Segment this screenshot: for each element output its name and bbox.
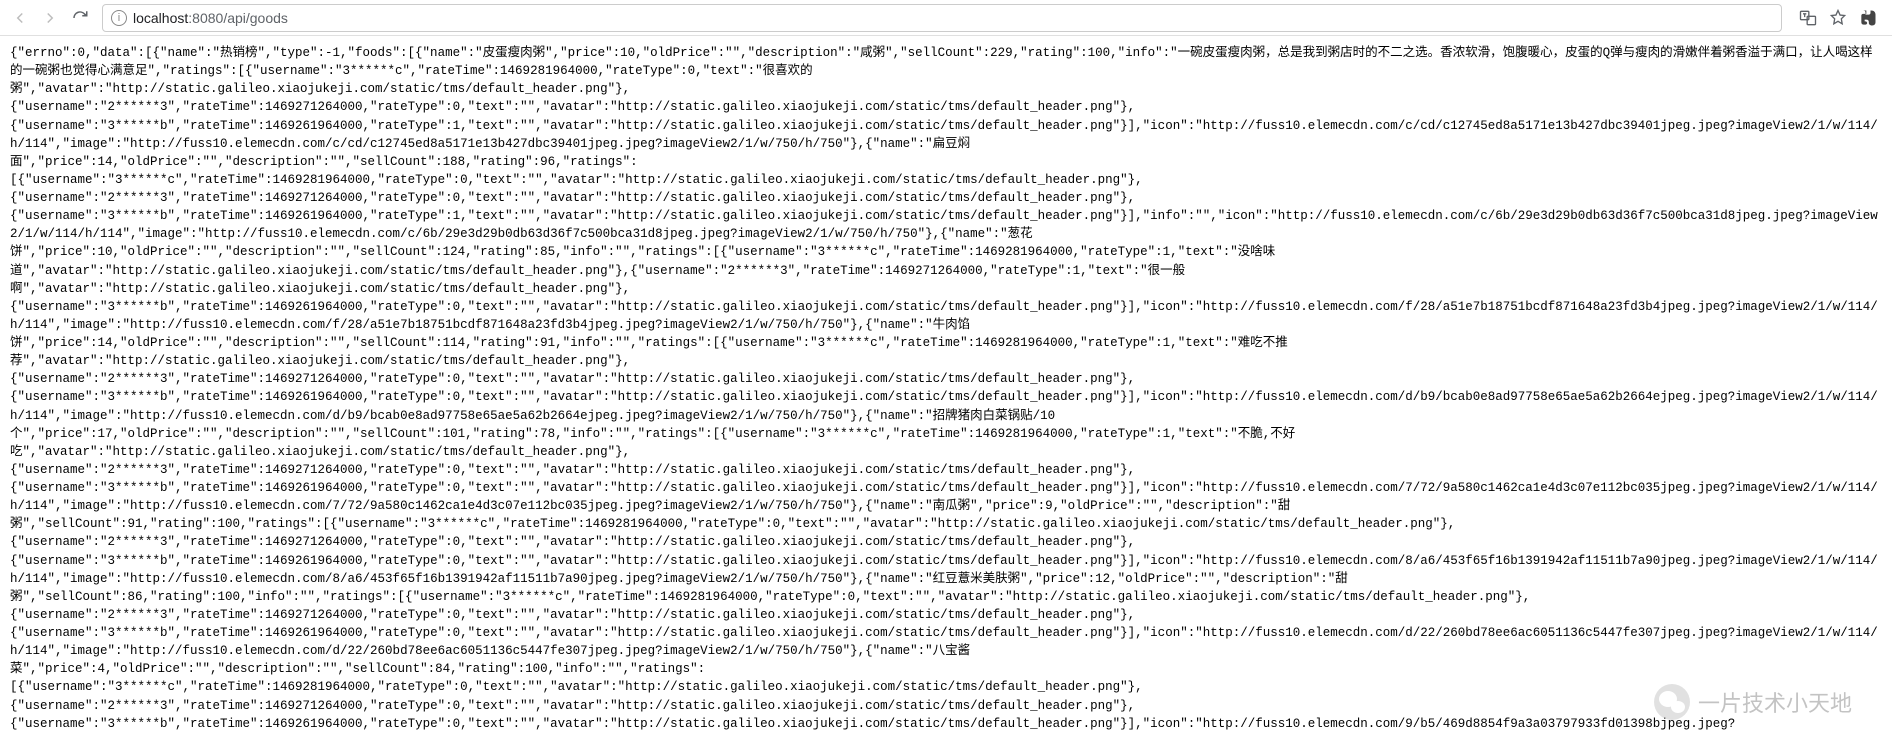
url-port: :8080 bbox=[188, 10, 223, 26]
forward-button[interactable] bbox=[38, 6, 62, 30]
reload-button[interactable] bbox=[68, 6, 92, 30]
toolbar-right bbox=[1792, 8, 1884, 28]
evernote-icon[interactable] bbox=[1858, 8, 1878, 28]
browser-toolbar: i localhost:8080/api/goods bbox=[0, 0, 1892, 36]
site-info-icon[interactable]: i bbox=[111, 10, 127, 26]
address-bar[interactable]: i localhost:8080/api/goods bbox=[102, 4, 1782, 32]
bookmark-star-icon[interactable] bbox=[1828, 8, 1848, 28]
url-host: localhost bbox=[133, 10, 188, 26]
url-path: /api/goods bbox=[223, 10, 288, 26]
response-body[interactable]: {"errno":0,"data":[{"name":"热销榜","type":… bbox=[0, 36, 1892, 741]
translate-icon[interactable] bbox=[1798, 8, 1818, 28]
back-button[interactable] bbox=[8, 6, 32, 30]
